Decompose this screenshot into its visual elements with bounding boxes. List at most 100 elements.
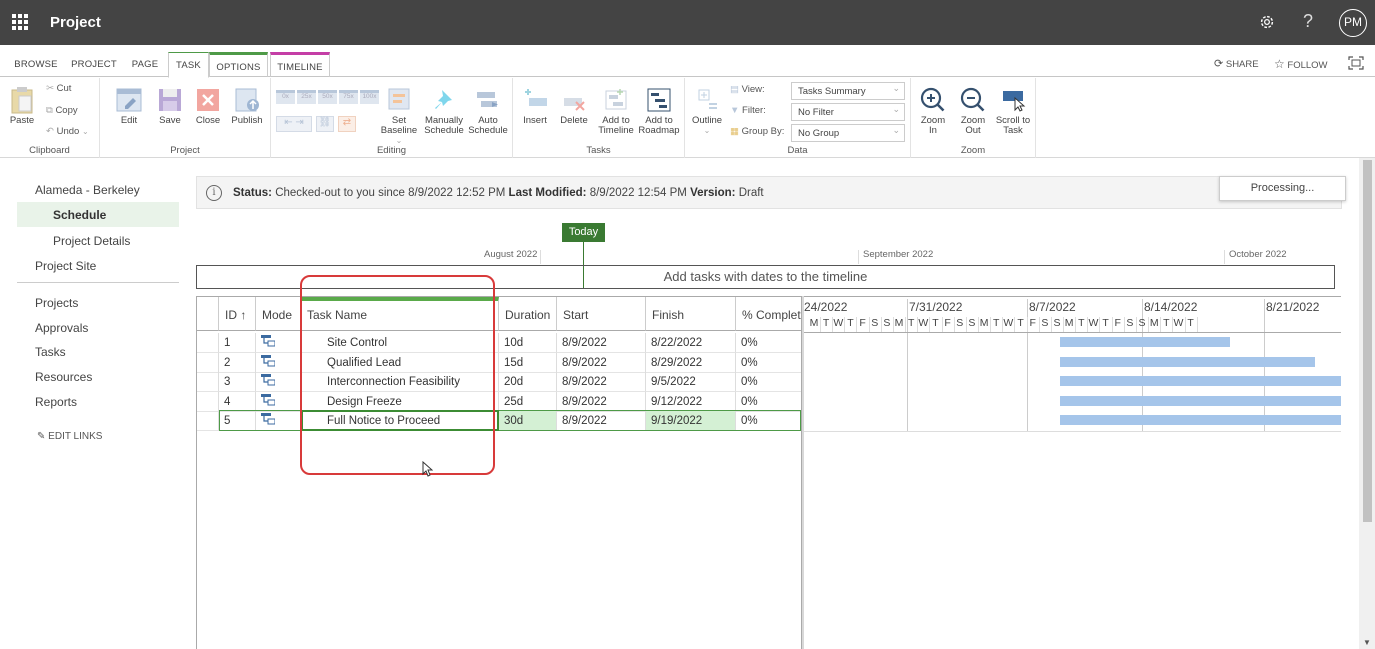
pct-0-button[interactable]: 0x [276,90,295,104]
close-button[interactable]: Close [193,86,223,126]
timeline-bar[interactable]: Add tasks with dates to the timeline [196,265,1335,289]
add-to-roadmap-button[interactable]: Add to Roadmap [637,86,681,136]
zoom-in-button[interactable]: Zoom In [915,86,951,136]
scrollbar-thumb[interactable] [1363,160,1372,522]
cell-finish[interactable]: 9/19/2022 [646,411,736,431]
cell-start[interactable]: 8/9/2022 [557,372,646,392]
cell-id[interactable]: 5 [219,411,256,431]
avatar[interactable]: PM [1339,9,1367,37]
manually-schedule-button[interactable]: Manually Schedule [423,86,465,136]
cell-finish[interactable]: 8/22/2022 [646,333,736,353]
column-header-start[interactable]: Start [557,297,646,331]
nav-project-name[interactable]: Alameda - Berkeley [35,183,140,197]
app-title[interactable]: Project [50,14,101,31]
cell-id[interactable]: 1 [219,333,256,353]
share-button[interactable]: ⟳ SHARE [1214,57,1259,70]
cell-id[interactable]: 2 [219,352,256,373]
cell-duration[interactable]: 20d [499,372,557,392]
zoom-out-button[interactable]: Zoom Out [955,86,991,136]
cell-mode[interactable] [256,352,301,373]
nav-item-projects[interactable]: Projects [35,296,78,310]
outline-button[interactable]: Outline ⌄ [688,86,726,136]
cell-task-name[interactable]: Design Freeze [301,391,499,412]
tab-timeline[interactable]: TIMELINE [270,52,330,77]
group-by-select[interactable]: No Group [791,124,905,142]
filter-select[interactable]: No Filter [791,103,905,121]
cell-mode[interactable] [256,391,301,412]
delete-task-button[interactable]: Delete [557,86,591,126]
tab-options[interactable]: OPTIONS [209,52,268,77]
nav-item-project-site[interactable]: Project Site [35,259,96,273]
cell-mode[interactable] [256,372,301,392]
cut-button[interactable]: ✂ Cut [46,83,71,94]
nav-item-schedule[interactable]: Schedule [53,208,106,222]
tab-project[interactable]: PROJECT [66,52,122,77]
nav-item-reports[interactable]: Reports [35,395,77,409]
nav-item-approvals[interactable]: Approvals [35,321,88,335]
outdent-indent-icon[interactable]: ⇤ ⇥ [276,116,312,132]
scroll-to-task-button[interactable]: Scroll to Task [993,86,1033,136]
cell-start[interactable]: 8/9/2022 [557,411,646,431]
column-header-duration[interactable]: Duration [499,297,557,331]
nav-item-project-details[interactable]: Project Details [53,234,130,248]
cell-finish[interactable]: 9/12/2022 [646,391,736,412]
set-baseline-button[interactable]: Set Baseline ⌄ [377,86,421,146]
column-header-finish[interactable]: Finish [646,297,736,331]
edit-links-button[interactable]: ✎ EDIT LINKS [37,431,102,442]
column-header-percent-complete[interactable]: % Complete [736,297,802,331]
cell-duration[interactable]: 15d [499,352,557,373]
cell-percent-complete[interactable]: 0% [736,391,802,412]
cell-task-name[interactable]: Qualified Lead [301,352,499,373]
cell-mode[interactable] [256,411,301,431]
cell-start[interactable]: 8/9/2022 [557,391,646,412]
cell-finish[interactable]: 9/5/2022 [646,372,736,392]
cell-duration[interactable]: 30d [499,411,557,431]
help-icon[interactable]: ? [1303,11,1313,32]
edit-button[interactable]: Edit [114,86,144,126]
cell-task-name[interactable]: Interconnection Feasibility [301,372,499,392]
unlink-tasks-icon[interactable]: ⇄ [338,116,356,132]
cell-percent-complete[interactable]: 0% [736,352,802,373]
add-to-timeline-button[interactable]: Add to Timeline [596,86,636,136]
cell-start[interactable]: 8/9/2022 [557,333,646,353]
cell-finish[interactable]: 8/29/2022 [646,352,736,373]
cell-duration[interactable]: 10d [499,333,557,353]
cell-duration[interactable]: 25d [499,391,557,412]
save-button[interactable]: Save [155,86,185,126]
auto-schedule-button[interactable]: Auto Schedule [467,86,509,136]
cell-task-name[interactable]: Full Notice to Proceed [301,411,499,431]
scroll-down-arrow-icon[interactable]: ▼ [1363,638,1371,647]
cell-start[interactable]: 8/9/2022 [557,352,646,373]
cell-percent-complete[interactable]: 0% [736,333,802,353]
copy-button[interactable]: ⧉ Copy [46,105,78,116]
column-header-mode[interactable]: Mode [256,297,301,331]
gantt-task-bar[interactable] [1060,415,1341,425]
vertical-scrollbar[interactable]: ▼ [1359,158,1375,649]
cell-task-name[interactable]: Site Control [301,333,499,353]
pct-25-button[interactable]: 25x [297,90,316,104]
select-all-cell[interactable] [197,297,219,331]
follow-button[interactable]: ☆ FOLLOW [1274,57,1328,71]
view-select[interactable]: Tasks Summary [791,82,905,100]
link-tasks-icon[interactable]: ⛓ [316,116,334,132]
nav-item-tasks[interactable]: Tasks [35,345,66,359]
publish-button[interactable]: Publish [230,86,264,126]
gantt-task-bar[interactable] [1060,337,1231,347]
tab-task[interactable]: TASK [168,52,209,78]
tab-browse[interactable]: BROWSE [8,52,64,77]
cell-id[interactable]: 4 [219,391,256,412]
pct-75-button[interactable]: 75x [339,90,358,104]
cell-percent-complete[interactable]: 0% [736,372,802,392]
column-header-task-name[interactable]: Task Name [301,297,499,331]
insert-task-button[interactable]: Insert [519,86,551,126]
cell-mode[interactable] [256,333,301,353]
focus-mode-icon[interactable] [1348,56,1364,70]
pct-50-button[interactable]: 50x [318,90,337,104]
nav-item-resources[interactable]: Resources [35,370,92,384]
column-header-id[interactable]: ID ↑ [219,297,256,331]
paste-button[interactable]: Paste [8,86,36,126]
tab-page[interactable]: PAGE [124,52,166,77]
gantt-task-bar[interactable] [1060,356,1316,367]
cell-percent-complete[interactable]: 0% [736,411,802,431]
undo-button[interactable]: ↶ Undo ⌄ [46,126,89,137]
